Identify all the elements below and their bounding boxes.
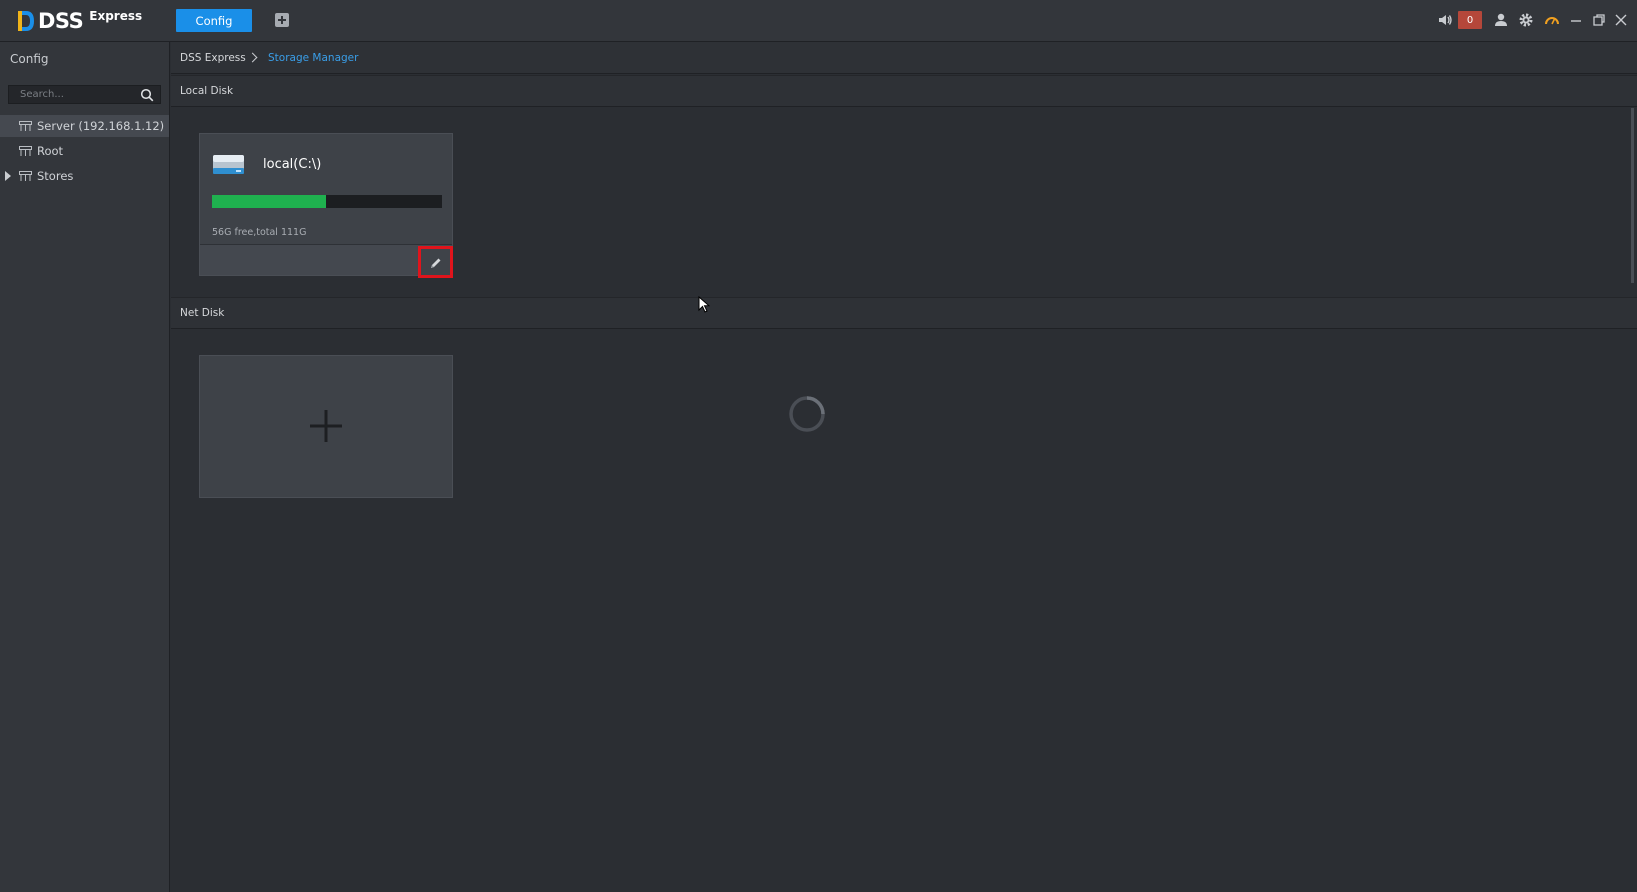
search-box [8, 85, 161, 104]
dss-logo-icon [18, 11, 34, 31]
minimize-icon[interactable] [1568, 12, 1584, 28]
close-icon[interactable] [1613, 12, 1629, 28]
gauge-icon[interactable] [1544, 12, 1560, 28]
server-group-icon [19, 170, 32, 181]
breadcrumb: DSS Express Storage Manager [171, 42, 1637, 74]
local-disk-header: Local Disk [171, 75, 1637, 107]
gear-icon[interactable] [1518, 12, 1534, 28]
tree-item-server[interactable]: Server (192.168.1.12) [0, 115, 169, 137]
search-icon[interactable] [140, 88, 154, 102]
section-title: Local Disk [180, 85, 234, 97]
disk-usage-fill [212, 195, 326, 208]
sidebar: Config Server (192.168.1.12) Root Stores [0, 42, 170, 892]
user-icon[interactable] [1493, 12, 1509, 28]
tree-item-label: Root [37, 144, 64, 158]
disk-card-footer [200, 244, 453, 278]
server-group-icon [19, 120, 32, 131]
tree-item-root[interactable]: Root [0, 140, 169, 162]
main-content: DSS Express Storage Manager Local Disk l… [171, 42, 1637, 892]
restore-icon[interactable] [1591, 12, 1607, 28]
add-tab-button[interactable] [275, 13, 289, 27]
speaker-icon[interactable] [1437, 12, 1453, 28]
alarm-count-badge[interactable]: 0 [1458, 11, 1482, 29]
add-net-disk-button[interactable] [199, 355, 453, 498]
scrollbar[interactable] [1631, 108, 1634, 283]
disk-usage-bar [212, 195, 442, 208]
edit-disk-button[interactable] [418, 246, 453, 278]
search-input[interactable] [9, 86, 137, 103]
tree-item-label: Stores [37, 169, 74, 183]
net-disk-header: Net Disk [171, 297, 1637, 329]
pencil-icon [431, 258, 441, 268]
tab-config[interactable]: Config [176, 9, 252, 32]
hard-disk-icon [213, 155, 244, 174]
breadcrumb-current: Storage Manager [268, 51, 359, 64]
app-logo: DSS Express [16, 8, 142, 34]
server-group-icon [19, 145, 32, 156]
breadcrumb-root[interactable]: DSS Express [180, 52, 246, 64]
chevron-right-icon [247, 52, 258, 63]
tree-item-label: Server (192.168.1.12) [37, 119, 165, 133]
loading-spinner-icon [789, 396, 825, 432]
disk-card: local(C:\) 56G free,total 111G [199, 133, 453, 278]
disk-usage-text: 56G free,total 111G [212, 227, 307, 238]
disk-name: local(C:\) [263, 157, 322, 172]
sidebar-title: Config [10, 52, 49, 66]
logo-product: Express [89, 9, 143, 23]
title-bar: DSS Express Config 0 [0, 0, 1637, 42]
logo-brand: DSS [38, 9, 84, 33]
mouse-cursor-icon [698, 296, 710, 313]
tree-item-stores[interactable]: Stores [0, 165, 169, 187]
expand-arrow-icon[interactable] [5, 171, 11, 181]
plus-icon [310, 410, 342, 442]
section-title: Net Disk [180, 307, 225, 319]
